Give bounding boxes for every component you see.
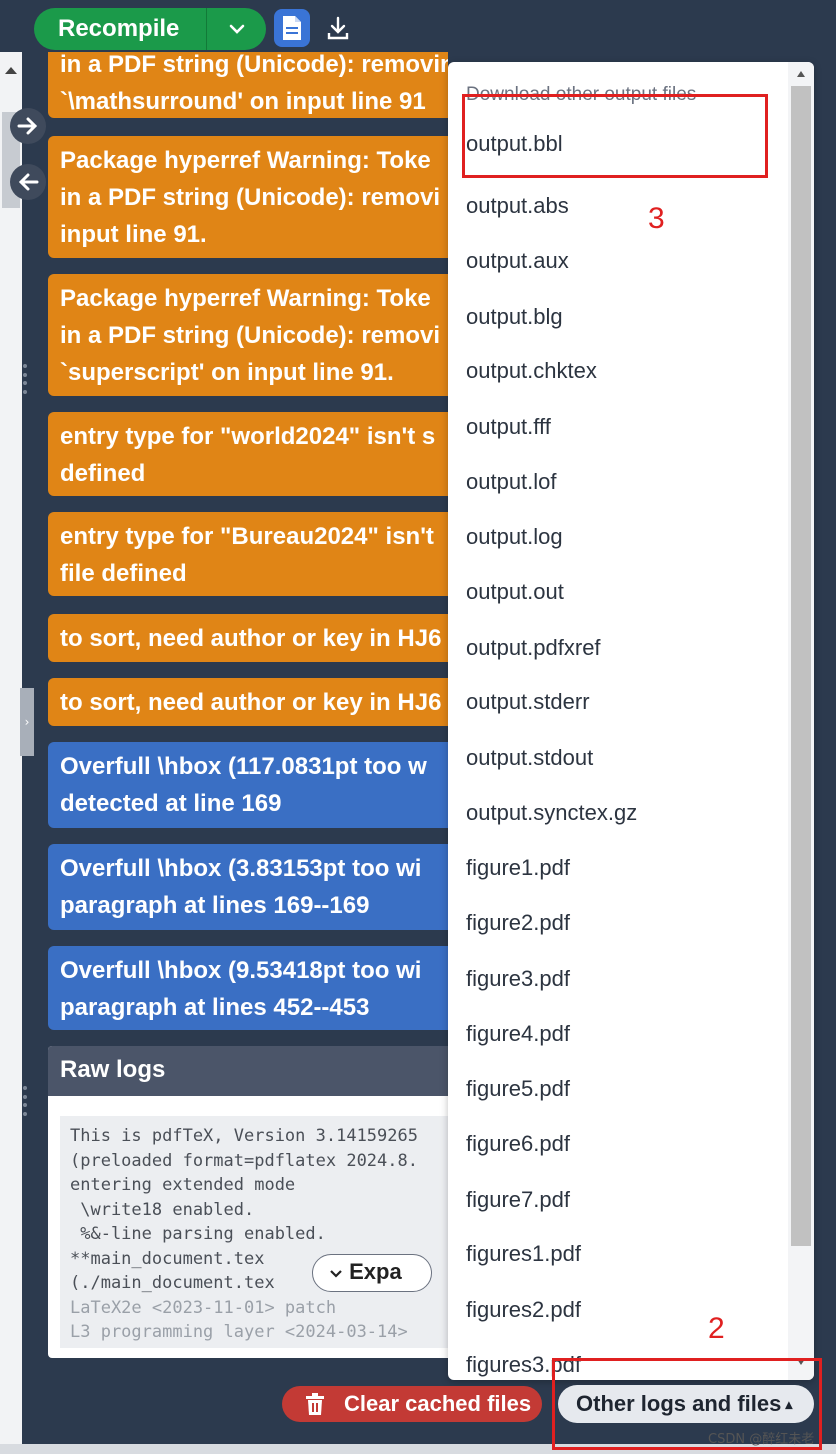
log-line: `superscript' on input line 91.: [60, 359, 394, 386]
log-line: Package hyperref Warning: Toke: [60, 285, 431, 312]
arrow-left-icon[interactable]: [10, 164, 46, 200]
file-item[interactable]: output.out: [466, 572, 564, 612]
raw-log-line: entering extended mode: [70, 1175, 296, 1195]
log-warning[interactable]: entry type for "world2024" isn't s defin…: [48, 412, 448, 496]
file-item[interactable]: output.blg: [466, 297, 563, 337]
log-line: input line 91.: [60, 221, 207, 248]
log-info[interactable]: Overfull \hbox (3.83153pt too wi paragra…: [48, 844, 448, 930]
log-warning[interactable]: Package hyperref Warning: Toke in a PDF …: [48, 136, 448, 258]
file-item[interactable]: figure1.pdf: [466, 848, 570, 888]
annotation-step-3: 3: [648, 202, 665, 235]
file-item[interactable]: output.stderr: [466, 682, 590, 722]
raw-log-line: \write18 enabled.: [70, 1199, 255, 1220]
resize-handle-icon[interactable]: [22, 364, 28, 394]
file-item[interactable]: output.fff: [466, 407, 551, 447]
raw-logs-card: Raw logs This is pdfTeX, Version 3.14159…: [48, 1046, 448, 1358]
file-item[interactable]: figure6.pdf: [466, 1124, 570, 1164]
scrollbar-thumb[interactable]: [791, 86, 811, 1246]
file-item[interactable]: output.synctex.gz: [466, 793, 637, 833]
log-warning[interactable]: to sort, need author or key in HJ6: [48, 678, 448, 726]
chevron-down-icon: [330, 1270, 342, 1278]
raw-logs-text: This is pdfTeX, Version 3.14159265 (prel…: [60, 1116, 448, 1348]
resize-handle-icon[interactable]: [22, 1086, 28, 1116]
expand-label: Expa: [349, 1259, 402, 1284]
file-item[interactable]: figure5.pdf: [466, 1069, 570, 1109]
arrow-right-icon[interactable]: [10, 108, 46, 144]
log-warning[interactable]: to sort, need author or key in HJ6: [48, 614, 448, 662]
recompile-button-group[interactable]: Recompile: [34, 8, 266, 50]
log-line: Overfull \hbox (9.53418pt too wi: [60, 957, 422, 984]
file-item[interactable]: figure2.pdf: [466, 903, 570, 943]
document-icon[interactable]: [274, 9, 310, 47]
top-toolbar: Recompile: [0, 0, 836, 52]
chevron-down-icon[interactable]: [206, 8, 266, 50]
file-item[interactable]: figures1.pdf: [466, 1234, 581, 1274]
clear-cached-files-label: Clear cached files: [344, 1391, 532, 1416]
log-info[interactable]: Overfull \hbox (117.0831pt too w detecte…: [48, 742, 448, 828]
scroll-up-icon[interactable]: [3, 64, 19, 76]
log-line: in a PDF string (Unicode): removi: [60, 184, 441, 211]
log-line: entry type for "Bureau2024" isn't: [60, 523, 434, 550]
log-info[interactable]: Overfull \hbox (9.53418pt too wi paragra…: [48, 946, 448, 1030]
log-line: defined: [60, 460, 146, 487]
file-item[interactable]: figures2.pdf: [466, 1290, 581, 1330]
dropdown-scrollbar[interactable]: [788, 62, 814, 1380]
log-line: `\mathsurround' on input line 91: [60, 88, 426, 115]
log-warning[interactable]: Package hyperref Warning: Toke in a PDF …: [48, 274, 448, 396]
file-item[interactable]: figure4.pdf: [466, 1014, 570, 1054]
file-item[interactable]: figure3.pdf: [466, 959, 570, 999]
log-line: paragraph at lines 452--453: [60, 994, 370, 1021]
raw-log-line: LaTeX2e <2023-11-01> patch: [70, 1297, 337, 1318]
log-line: detected at line 169: [60, 790, 282, 817]
log-line: Overfull \hbox (117.0831pt too w: [60, 753, 427, 780]
log-line: paragraph at lines 169--169: [60, 892, 370, 919]
file-item[interactable]: output.stdout: [466, 738, 593, 778]
left-scrollbar[interactable]: [0, 52, 22, 1454]
log-line: in a PDF string (Unicode): removi: [60, 322, 441, 349]
file-item[interactable]: output.abs: [466, 186, 569, 226]
download-icon[interactable]: [322, 10, 354, 46]
expand-raw-logs-button[interactable]: Expa: [312, 1254, 432, 1292]
file-item[interactable]: output.aux: [466, 241, 569, 281]
raw-log-line: (preloaded format=pdflatex 2024.8.: [70, 1150, 418, 1171]
log-line: in a PDF string (Unicode): removing: [60, 52, 448, 78]
file-item[interactable]: output.log: [466, 517, 563, 557]
recompile-button[interactable]: Recompile: [34, 15, 206, 43]
annotation-box-output-bbl: [462, 94, 768, 178]
collapse-panel-tab[interactable]: ›: [20, 688, 34, 756]
watermark: CSDN @醉红未老: [708, 1432, 815, 1447]
log-warning[interactable]: in a PDF string (Unicode): removing `\ma…: [48, 52, 448, 118]
file-item[interactable]: figure7.pdf: [466, 1180, 570, 1220]
trash-icon: [306, 1393, 324, 1415]
file-item[interactable]: output.pdfxref: [466, 628, 601, 668]
log-line: to sort, need author or key in HJ6: [60, 625, 442, 652]
raw-logs-title: Raw logs: [48, 1046, 448, 1096]
file-item[interactable]: output.lof: [466, 462, 557, 502]
log-line: entry type for "world2024" isn't s: [60, 423, 436, 450]
log-line: file defined: [60, 560, 187, 587]
clear-cached-files-button[interactable]: Clear cached files: [282, 1386, 542, 1422]
raw-log-line: L3 programming layer <2024-03-14>: [70, 1322, 408, 1342]
raw-log-line: This is pdfTeX, Version 3.14159265: [70, 1126, 418, 1146]
log-line: to sort, need author or key in HJ6: [60, 689, 442, 716]
log-list: in a PDF string (Unicode): removing `\ma…: [48, 52, 448, 1358]
log-warning[interactable]: entry type for "Bureau2024" isn't file d…: [48, 512, 448, 596]
other-files-dropdown: Download other output files output.bbl o…: [448, 62, 814, 1380]
annotation-step-2: 2: [708, 1312, 725, 1345]
scroll-up-icon[interactable]: [796, 70, 806, 78]
log-line: Package hyperref Warning: Toke: [60, 147, 431, 174]
log-line: Overfull \hbox (3.83153pt too wi: [60, 855, 422, 882]
file-item[interactable]: output.chktex: [466, 351, 597, 391]
raw-log-line: %&-line parsing enabled.: [70, 1224, 326, 1244]
